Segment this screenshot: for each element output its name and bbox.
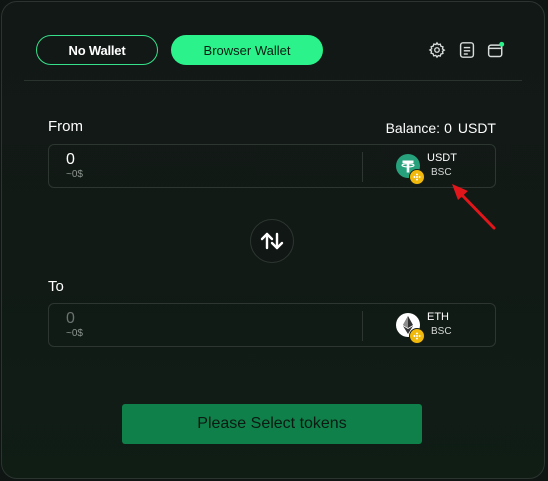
balance-text: Balance: 0 USDT	[386, 120, 496, 136]
from-separator	[362, 152, 363, 182]
tab-no-wallet[interactable]: No Wallet	[36, 35, 158, 65]
from-usd-value: ~0$	[66, 169, 83, 180]
history-icon[interactable]	[457, 40, 477, 60]
to-input-box: 0 ~0$ ETH BSC	[48, 303, 496, 347]
to-separator	[362, 311, 363, 341]
to-token-selector[interactable]: ETH BSC	[396, 309, 496, 345]
swap-arrows-icon	[260, 232, 284, 250]
balance-unit: USDT	[457, 120, 496, 136]
balance-value: 0	[444, 120, 452, 136]
settings-icon[interactable]	[427, 40, 447, 60]
from-amount-input[interactable]: 0	[66, 151, 75, 169]
balance-label: Balance:	[385, 120, 441, 136]
to-label: To	[48, 278, 64, 295]
from-label: From	[48, 118, 83, 135]
to-token-network: BSC	[431, 326, 452, 337]
from-token-symbol: USDT	[427, 152, 457, 164]
annotation-arrow-icon	[452, 184, 496, 230]
to-token-symbol: ETH	[427, 311, 449, 323]
from-token-network: BSC	[431, 167, 452, 178]
to-usd-value: ~0$	[66, 328, 83, 339]
select-tokens-button[interactable]: Please Select tokens	[122, 404, 422, 444]
wallet-icon[interactable]	[486, 40, 506, 60]
from-input-box: 0 ~0$ USDT BSC	[48, 144, 496, 188]
swap-direction-button[interactable]	[250, 219, 294, 263]
to-amount-field: 0	[66, 310, 75, 327]
header-divider	[24, 80, 522, 81]
bsc-badge-icon	[409, 169, 425, 185]
bsc-badge-icon	[409, 328, 425, 344]
tab-browser-wallet[interactable]: Browser Wallet	[171, 35, 323, 65]
